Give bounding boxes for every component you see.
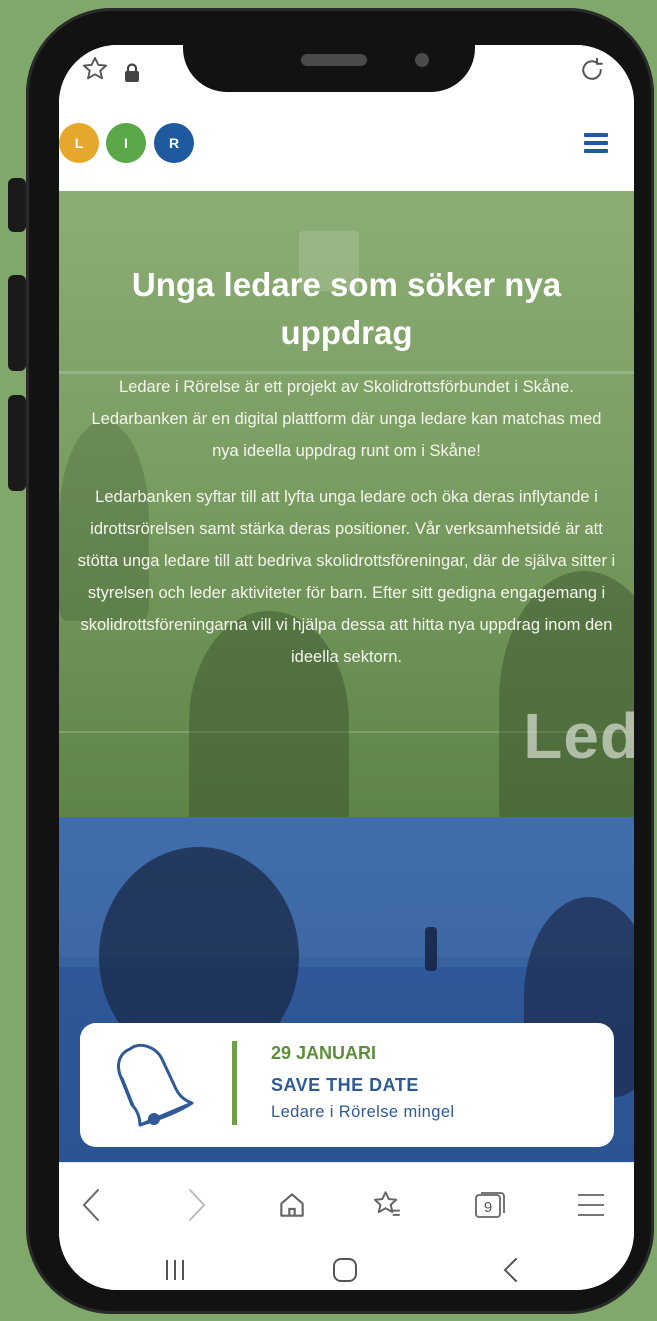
- event-date: 29 JANUARI: [271, 1043, 377, 1063]
- event-divider: [232, 1041, 237, 1125]
- power-button: [8, 395, 26, 491]
- volume-down-button: [8, 275, 26, 371]
- phone-notch: [183, 40, 475, 92]
- tab-count: 9: [484, 1199, 492, 1216]
- system-back-icon[interactable]: [487, 1246, 535, 1290]
- volume-up-button: [8, 178, 26, 232]
- logo-letter-l[interactable]: L: [59, 123, 99, 163]
- bookmark-star-icon[interactable]: [81, 55, 109, 90]
- bookmarks-icon[interactable]: [363, 1181, 411, 1229]
- site-header: L I R: [59, 103, 634, 191]
- back-arrow-icon[interactable]: [67, 1181, 115, 1229]
- speaker-grille: [301, 54, 367, 66]
- reload-icon[interactable]: [577, 55, 607, 92]
- front-camera: [415, 53, 429, 67]
- event-subtitle: Ledare i Rörelse mingel: [271, 1103, 455, 1121]
- event-card[interactable]: 29 JANUARI SAVE THE DATE Ledare i Rörels…: [80, 1023, 614, 1147]
- menu-lines-icon[interactable]: [567, 1181, 615, 1229]
- hero-section: Unga ledare som söker nya uppdrag Ledare…: [59, 191, 634, 817]
- logo-letter-r[interactable]: R: [154, 123, 194, 163]
- shirt-print-text: Led: [523, 700, 634, 772]
- phone-screen: L I R Unga ledare som söker nya uppdrag …: [59, 45, 634, 1290]
- tabs-icon[interactable]: 9: [466, 1181, 514, 1229]
- bell-icon: [110, 1037, 196, 1129]
- hero-title: Unga ledare som söker nya uppdrag: [131, 266, 562, 351]
- lock-icon: [123, 59, 141, 90]
- hero-paragraph-intro: Ledare i Rörelse är ett projekt av Skoli…: [91, 378, 602, 460]
- browser-bottom-nav: 9: [59, 1162, 634, 1247]
- event-title: SAVE THE DATE: [271, 1075, 419, 1095]
- hero-paragraph-purpose: Ledarbanken syftar till att lyfta unga l…: [77, 488, 616, 666]
- hamburger-menu-icon[interactable]: [584, 133, 608, 153]
- logo-letter-i[interactable]: I: [106, 123, 146, 163]
- home-icon[interactable]: [268, 1181, 316, 1229]
- forward-arrow-icon[interactable]: [173, 1181, 221, 1229]
- recent-apps-icon[interactable]: [151, 1246, 199, 1290]
- hero-content: Unga ledare som söker nya uppdrag Ledare…: [59, 191, 634, 673]
- distant-player: [425, 927, 437, 971]
- system-nav-bar: [59, 1246, 634, 1290]
- home-button-icon[interactable]: [321, 1246, 369, 1290]
